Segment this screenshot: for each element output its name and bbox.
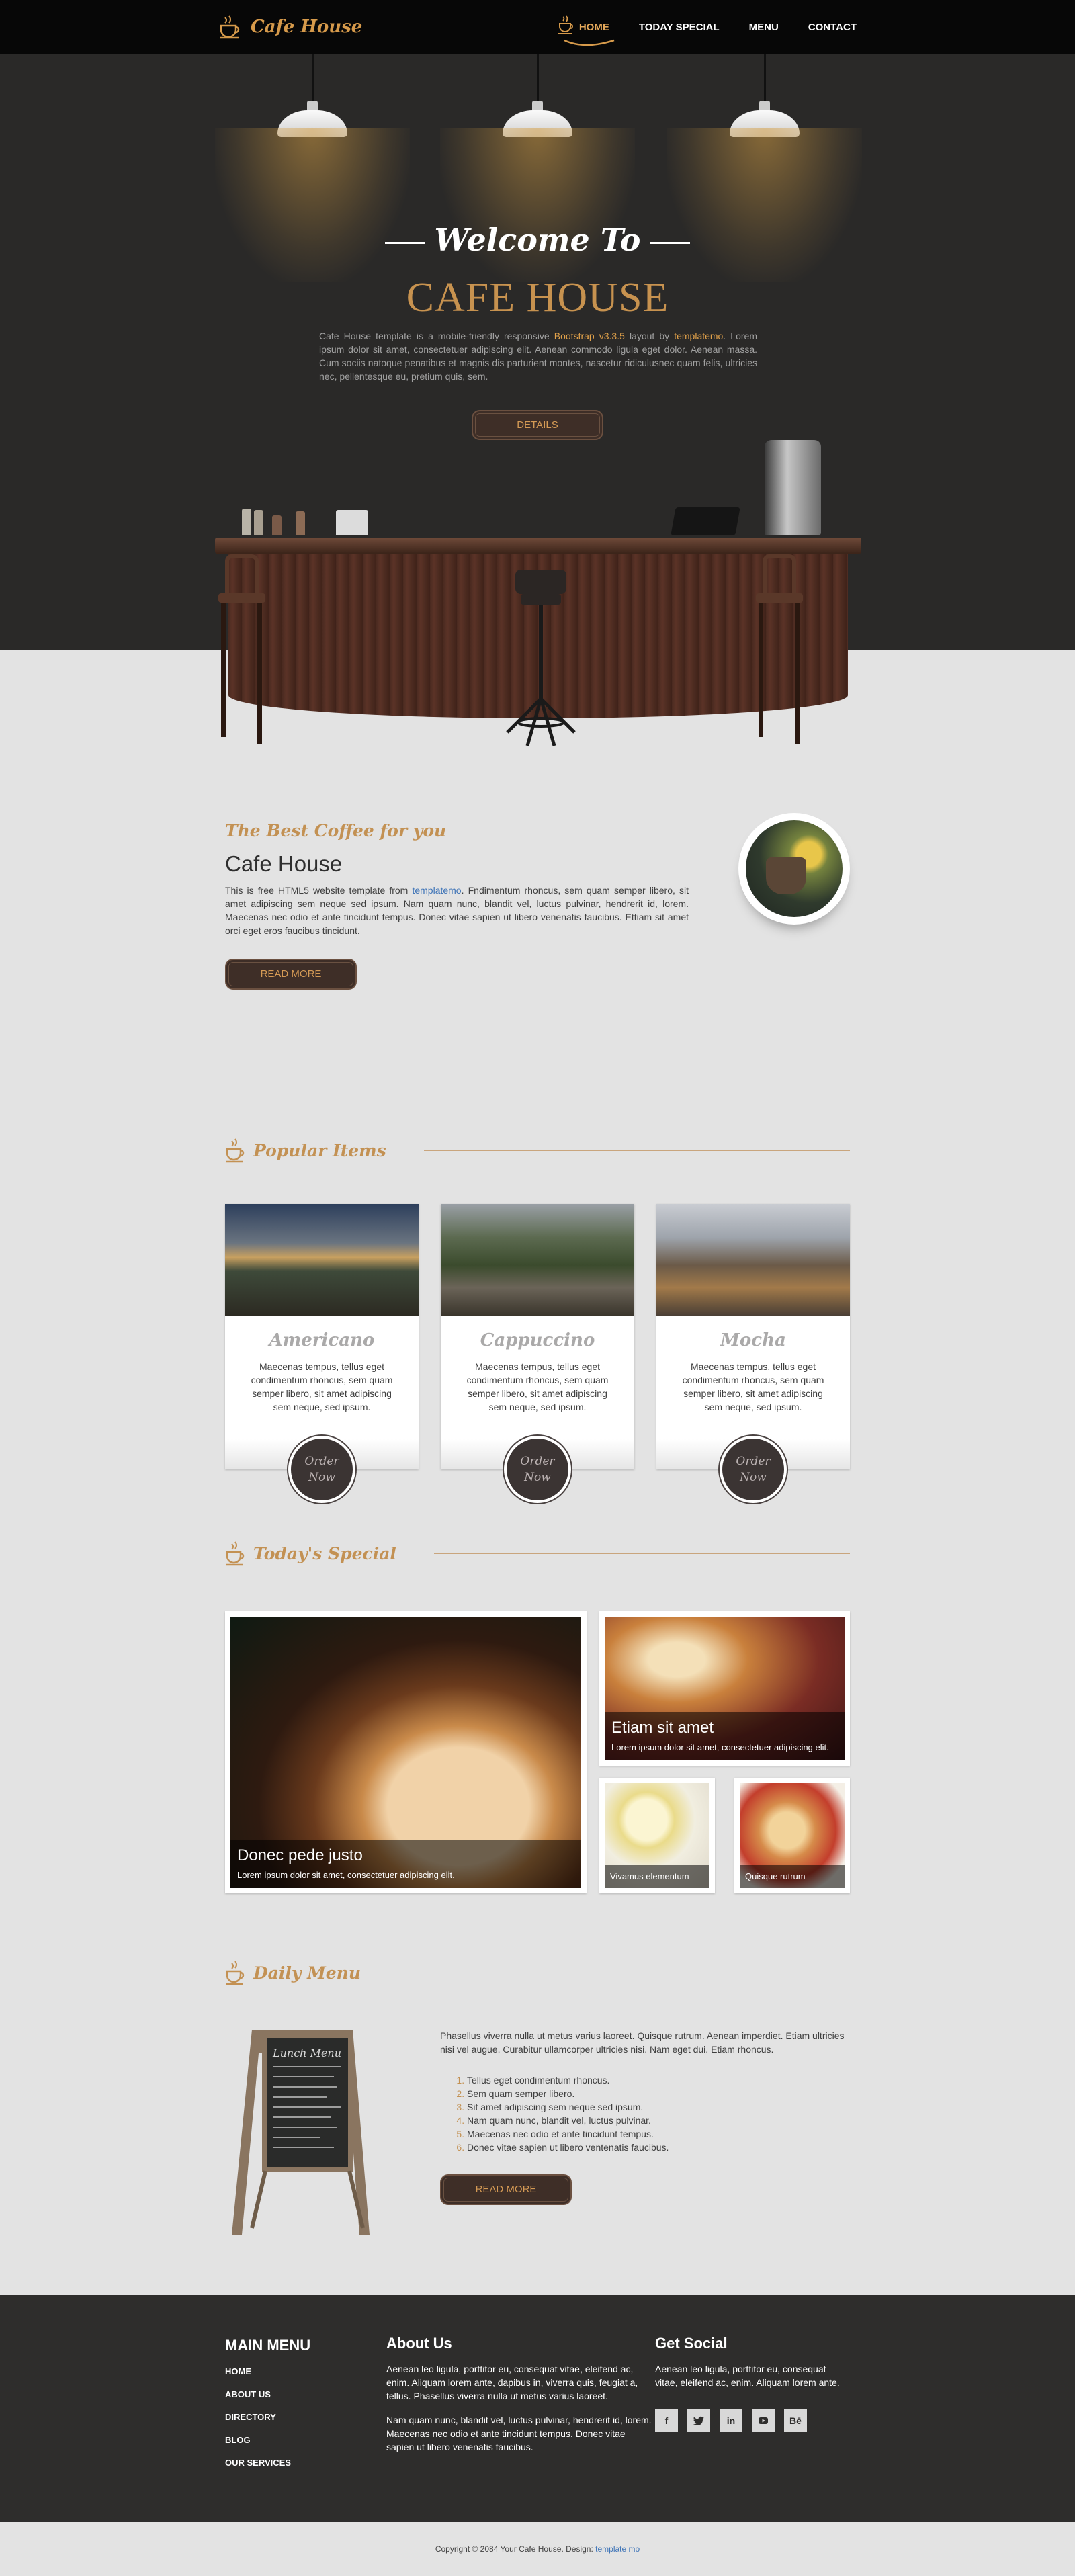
- list-item: Maecenas nec odio et ante tincidunt temp…: [467, 2127, 850, 2141]
- card-image: [656, 1204, 850, 1316]
- list-item: Sem quam semper libero.: [467, 2087, 850, 2100]
- list-item: Sit amet adipiscing sem neque sed ipsum.: [467, 2100, 850, 2114]
- shelf-items: [242, 505, 370, 535]
- special-tile-small-2[interactable]: Quisque rutrum: [734, 1778, 850, 1893]
- section-heading: Popular Items: [225, 1130, 850, 1170]
- footer-about: About Us Aenean leo ligula, porttitor eu…: [386, 2335, 652, 2453]
- footer-link-our-services[interactable]: OUR SERVICES: [225, 2458, 386, 2468]
- footer-social: Get Social Aenean leo ligula, porttitor …: [655, 2336, 850, 2481]
- linkedin-icon[interactable]: in: [720, 2409, 742, 2432]
- hero-section: Welcome To CAFE HOUSE Cafe House templat…: [0, 54, 1075, 746]
- nav-menu[interactable]: MENU: [749, 22, 779, 33]
- bar-stool: [218, 554, 265, 746]
- bar-stool: [756, 554, 803, 746]
- special-section: Today's Special Donec pede justo Lorem ip…: [0, 1533, 1075, 1900]
- list-item: Nam quam nunc, blandit vel, luctus pulvi…: [467, 2114, 850, 2127]
- about-section: The Best Coffee for you Cafe House This …: [0, 813, 1075, 1076]
- coffee-pot-image: [738, 813, 850, 925]
- hero-welcome: Welcome To: [0, 222, 1075, 258]
- main-menu: HOME TODAY SPECIAL MENU CONTACT: [558, 15, 857, 46]
- section-heading: Today's Special: [225, 1533, 850, 1574]
- order-now-button[interactable]: Order Now: [504, 1436, 571, 1503]
- logo[interactable]: Cafe House: [218, 15, 362, 39]
- footer-main-menu: MAIN MENU HOME ABOUT US DIRECTORY BLOG O…: [225, 2337, 386, 2481]
- top-navbar: Cafe House HOME TODAY SPECIAL MENU CONTA…: [0, 0, 1075, 54]
- card-image: [441, 1204, 634, 1316]
- footer-link-directory[interactable]: DIRECTORY: [225, 2412, 386, 2422]
- facebook-icon[interactable]: f: [655, 2409, 678, 2432]
- nav-contact[interactable]: CONTACT: [808, 22, 857, 33]
- svg-text:Lunch Menu: Lunch Menu: [272, 2047, 341, 2059]
- coffee-cup-icon: [226, 1541, 245, 1566]
- about-text: This is free HTML5 website template from…: [225, 885, 689, 936]
- read-more-button[interactable]: READ MORE: [225, 959, 357, 990]
- details-button[interactable]: DETAILS: [472, 410, 603, 440]
- special-tile-large[interactable]: Donec pede justo Lorem ipsum dolor sit am…: [225, 1611, 587, 1893]
- daily-menu-text: Phasellus viverra nulla ut metus varius …: [440, 2029, 850, 2205]
- pendant-lamp: [215, 54, 410, 282]
- metal-stool: [506, 570, 576, 746]
- templatemo-link[interactable]: templatemo: [412, 885, 461, 896]
- bootstrap-link[interactable]: Bootstrap v3.3.5: [554, 331, 625, 341]
- coffee-cup-icon: [220, 15, 240, 39]
- menu-card-cappuccino: Cappuccino Maecenas tempus, tellus eget …: [441, 1204, 634, 1503]
- daily-menu-section: Daily Menu Lunch Menu Phasellus viverra …: [0, 1952, 1075, 2275]
- footer-link-about-us[interactable]: ABOUT US: [225, 2389, 386, 2399]
- section-heading: Daily Menu: [225, 1952, 850, 1993]
- special-tile-top[interactable]: Etiam sit amet Lorem ipsum dolor sit amet…: [599, 1611, 850, 1766]
- list-item: Tellus eget condimentum rhoncus.: [467, 2073, 850, 2087]
- behance-icon[interactable]: Bē: [784, 2409, 807, 2432]
- pendant-lamp: [667, 54, 862, 282]
- popular-section: Popular Items Americano Maecenas tempus,…: [0, 1130, 1075, 1503]
- coffee-cup-icon: [226, 1961, 245, 1985]
- menu-card-mocha: Mocha Maecenas tempus, tellus eget condi…: [656, 1204, 850, 1503]
- menu-card-americano: Americano Maecenas tempus, tellus eget c…: [225, 1204, 419, 1503]
- templatemo-link[interactable]: templatemo: [674, 331, 723, 341]
- order-now-button[interactable]: Order Now: [288, 1436, 355, 1503]
- nav-today-special[interactable]: TODAY SPECIAL: [639, 22, 720, 33]
- daily-menu-list: Tellus eget condimentum rhoncus. Sem qua…: [467, 2073, 850, 2154]
- card-image: [225, 1204, 419, 1316]
- template-mo-link[interactable]: template mo: [595, 2544, 640, 2554]
- hero-brand: CAFE HOUSE: [406, 275, 669, 320]
- logo-text: Cafe House: [251, 17, 363, 37]
- twitter-icon[interactable]: [687, 2409, 710, 2432]
- swoosh-underline-icon: [564, 39, 615, 46]
- youtube-icon[interactable]: [752, 2409, 775, 2432]
- chalkboard-image: Lunch Menu: [225, 2026, 376, 2241]
- footer-link-home[interactable]: HOME: [225, 2366, 386, 2376]
- coffee-cup-icon: [226, 1138, 245, 1163]
- footer-link-blog[interactable]: BLOG: [225, 2435, 386, 2445]
- order-now-button[interactable]: Order Now: [720, 1436, 787, 1503]
- espresso-machine: [765, 440, 821, 535]
- footer: MAIN MENU HOME ABOUT US DIRECTORY BLOG O…: [0, 2295, 1075, 2522]
- copyright: Copyright © 2084 Your Cafe House. Design…: [435, 2544, 640, 2554]
- list-item: Donec vitae sapien ut libero ventenatis …: [467, 2141, 850, 2154]
- special-tile-small-1[interactable]: Vivamus elementum: [599, 1778, 715, 1893]
- pendant-lamp: [440, 54, 635, 282]
- nav-home[interactable]: HOME: [559, 22, 609, 33]
- read-more-button[interactable]: READ MORE: [440, 2174, 572, 2205]
- hero-description: Cafe House template is a mobile-friendly…: [319, 331, 757, 382]
- cash-register: [671, 507, 740, 535]
